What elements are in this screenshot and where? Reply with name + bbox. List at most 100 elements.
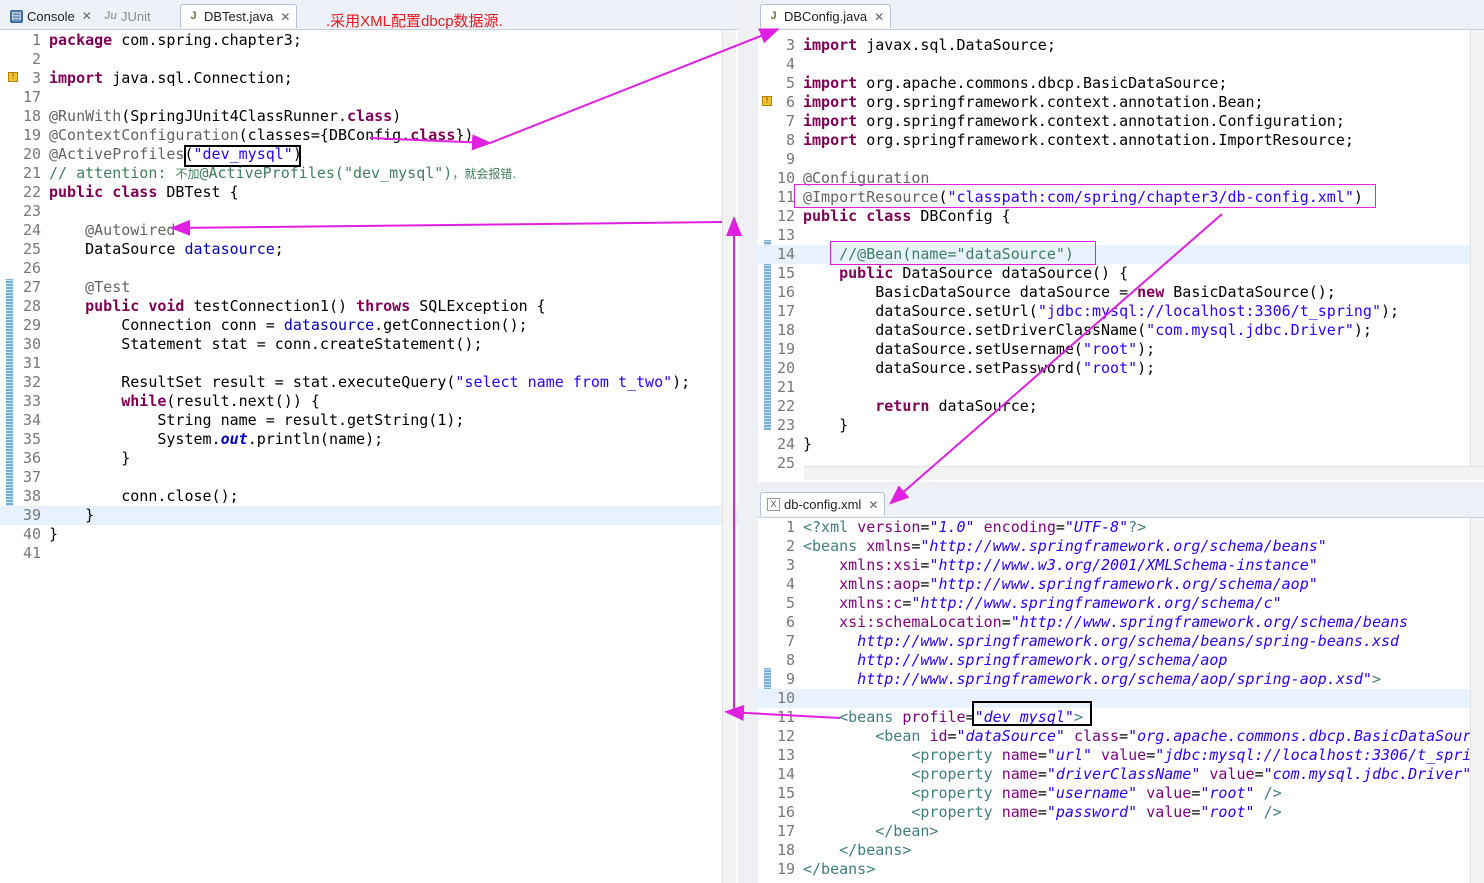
code-line[interactable]: 34 String name = result.getString(1); [0,411,738,430]
line-number: 32 [22,373,41,391]
code-line[interactable]: 2 [0,50,738,69]
code-line[interactable]: 13 <property name="url" value="jdbc:mysq… [758,746,1484,765]
line-number: 13 [776,226,795,244]
code-line[interactable]: 22 public class DBTest { [0,183,738,202]
code-text: public DataSource dataSource() { [839,264,1129,282]
code-line[interactable]: 10 [758,689,1484,708]
code-line[interactable]: 14 <property name="driverClassName" valu… [758,765,1484,784]
code-line[interactable]: 20 @ActiveProfiles("dev_mysql") [0,145,738,164]
xml-code[interactable]: 1 <?xml version="1.0" encoding="UTF-8"?> 2… [758,488,1484,883]
code-line[interactable]: 17 dataSource.setUrl("jdbc:mysql://local… [758,302,1484,321]
code-line[interactable]: 41 [0,544,738,563]
code-line[interactable]: 17 [0,88,738,107]
code-line[interactable]: 19 @ContextConfiguration(classes={DBConfi… [0,126,738,145]
code-line[interactable]: 26 [0,259,738,278]
line-number: 8 [785,131,795,149]
code-line[interactable]: 31 [0,354,738,373]
code-line[interactable]: 23 [0,202,738,221]
code-line[interactable]: 9 http://www.springframework.org/schema/… [758,670,1484,689]
xml-editor[interactable]: X db-config.xml ✕ 1 <?xml version="1.0" e… [758,488,1484,883]
dbtest-editor[interactable]: ▤ Console ✕ Ju JUnit J DBTest.java ✕ .采用… [0,0,738,883]
code-line[interactable]: 24 @Autowired [0,221,738,240]
code-line[interactable]: 12 <bean id="dataSource" class="org.apac… [758,727,1484,746]
code-line[interactable]: 35 System.out.println(name); [0,430,738,449]
code-text: <property name="username" value="root" /… [911,784,1282,802]
code-line[interactable]: 6 import org.springframework.context.anno… [758,93,1484,112]
code-line[interactable]: 1 package com.spring.chapter3; [0,31,738,50]
code-line[interactable]: 40} [0,525,738,544]
code-text: System.out.println(name); [49,430,384,448]
code-line[interactable]: 8 http://www.springframework.org/schema/… [758,651,1484,670]
code-line[interactable]: 3 import javax.sql.DataSource; [758,36,1484,55]
code-line[interactable]: 27 @Test [0,278,738,297]
right-top-horizontal-scrollbar[interactable] [804,466,1484,480]
code-line[interactable]: 29 Connection conn = datasource.getConne… [0,316,738,335]
code-line[interactable]: 2 <beans xmlns="http://www.springframewor… [758,537,1484,556]
code-line[interactable]: 17 </bean> [758,822,1484,841]
code-line[interactable]: 37 [0,468,738,487]
code-line[interactable]: 20 dataSource.setPassword("root"); [758,359,1484,378]
code-text: public class DBTest { [49,183,239,201]
code-line[interactable]: 3 import java.sql.Connection; [0,69,738,88]
line-number: 2 [785,537,795,555]
code-line[interactable]: 8 import org.springframework.context.anno… [758,131,1484,150]
code-line[interactable]: 32 ResultSet result = stat.executeQuery(… [0,373,738,392]
code-line[interactable]: 18 dataSource.setDriverClassName("com.my… [758,321,1484,340]
code-line[interactable]: 33 while(result.next()) { [0,392,738,411]
line-number: 5 [785,74,795,92]
code-line[interactable]: 24} [758,435,1484,454]
line-number: 20 [776,359,795,377]
code-line[interactable]: 16 BasicDataSource dataSource = new Basi… [758,283,1484,302]
code-text: dataSource.setDriverClassName("com.mysql… [803,321,1372,339]
code-line[interactable]: 16 <property name="password" value="root… [758,803,1484,822]
code-line[interactable]: 15 <property name="username" value="root… [758,784,1484,803]
line-number: 14 [776,245,795,263]
line-number: 17 [22,88,41,106]
code-line[interactable]: 7 http://www.springframework.org/schema/… [758,632,1484,651]
warning-icon: ! [762,96,772,106]
line-number: 1 [785,518,795,536]
code-line[interactable]: 4 [758,55,1484,74]
code-line[interactable]: 21 [758,378,1484,397]
code-line[interactable]: 23 } [758,416,1484,435]
code-line[interactable]: 19 dataSource.setUsername("root"); [758,340,1484,359]
code-line[interactable]: 21 // attention: 不加@ActiveProfiles("dev_m… [0,164,738,183]
code-line[interactable]: 12 public class DBConfig { [758,207,1484,226]
code-line[interactable]: 11 <beans profile="dev_mysql"> [758,708,1484,727]
code-line[interactable]: 18 </beans> [758,841,1484,860]
line-number: 18 [22,107,41,125]
right-bottom-vertical-scrollbar[interactable] [1470,518,1484,883]
code-line[interactable]: 6 xsi:schemaLocation="http://www.springf… [758,613,1484,632]
vertical-sash[interactable] [738,0,758,883]
code-line[interactable]: 39 } [0,506,738,525]
highlight-box-bean-comment [830,241,1096,265]
code-line[interactable]: 25 DataSource datasource; [0,240,738,259]
code-line[interactable]: 15 public DataSource dataSource() { [758,264,1484,283]
code-line[interactable]: 9 [758,150,1484,169]
line-number: 17 [776,302,795,320]
code-line[interactable]: 1 <?xml version="1.0" encoding="UTF-8"?> [758,518,1484,537]
code-line[interactable]: 38 conn.close(); [0,487,738,506]
code-line[interactable]: 5 xmlns:c="http://www.springframework.or… [758,594,1484,613]
dbconfig-code[interactable]: 3 import javax.sql.DataSource; 4 5 import or… [758,0,1484,468]
code-line[interactable]: 18 @RunWith(SpringJUnit4ClassRunner.class… [0,107,738,126]
code-text: DataSource datasource; [49,240,284,258]
code-line[interactable]: 28 public void testConnection1() throws … [0,297,738,316]
code-line[interactable]: 30 Statement stat = conn.createStatement… [0,335,738,354]
dbtest-code[interactable]: 1 package com.spring.chapter3; 2 3 import ja… [0,0,738,883]
code-text: import org.springframework.context.annot… [803,112,1345,130]
line-number: 18 [776,841,795,859]
code-line[interactable]: 3 xmlns:xsi="http://www.w3.org/2001/XMLS… [758,556,1484,575]
code-line[interactable]: 4 xmlns:aop="http://www.springframework.… [758,575,1484,594]
code-text: dataSource.setPassword("root"); [803,359,1156,377]
code-line[interactable]: 19 </beans> [758,860,1484,879]
right-top-vertical-scrollbar[interactable] [1470,30,1484,468]
dbconfig-editor[interactable]: J DBConfig.java ✕ 3 import javax.sql.Data… [758,0,1484,482]
code-line[interactable]: 7 import org.springframework.context.anno… [758,112,1484,131]
code-line[interactable]: 5 import org.apache.commons.dbcp.BasicDat… [758,74,1484,93]
code-line[interactable]: 36 } [0,449,738,468]
code-line[interactable]: 22 return dataSource; [758,397,1484,416]
left-vertical-scrollbar[interactable] [722,30,736,883]
line-number: 21 [22,164,41,182]
line-number: 23 [22,202,41,220]
